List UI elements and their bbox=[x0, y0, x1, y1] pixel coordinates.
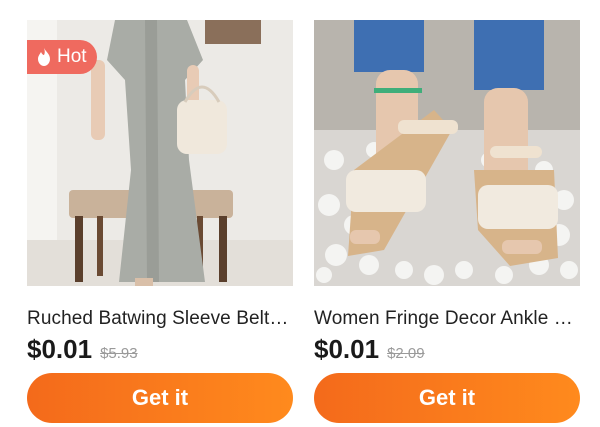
product-image-dress[interactable]: Hot bbox=[27, 20, 293, 286]
get-it-button[interactable]: Get it bbox=[314, 373, 580, 423]
hot-badge: Hot bbox=[27, 40, 97, 74]
get-it-button[interactable]: Get it bbox=[27, 373, 293, 423]
sale-price: $0.01 bbox=[314, 334, 380, 364]
original-price: $5.93 bbox=[100, 345, 138, 362]
product-title[interactable]: Women Fringe Decor Ankle S... bbox=[314, 308, 580, 330]
price-row: $0.01 $2.09 bbox=[314, 334, 580, 365]
price-row: $0.01 $5.93 bbox=[27, 334, 293, 365]
original-price: $2.09 bbox=[387, 345, 425, 362]
sale-price: $0.01 bbox=[27, 334, 93, 364]
product-card[interactable]: Hot Ruched Batwing Sleeve Belte... $0.01… bbox=[27, 0, 293, 423]
product-title[interactable]: Ruched Batwing Sleeve Belte... bbox=[27, 308, 293, 330]
product-card[interactable]: Women Fringe Decor Ankle S... $0.01 $2.0… bbox=[314, 0, 580, 423]
product-image-sandals[interactable] bbox=[314, 20, 580, 286]
hot-badge-label: Hot bbox=[57, 46, 87, 67]
flame-icon bbox=[37, 48, 51, 66]
